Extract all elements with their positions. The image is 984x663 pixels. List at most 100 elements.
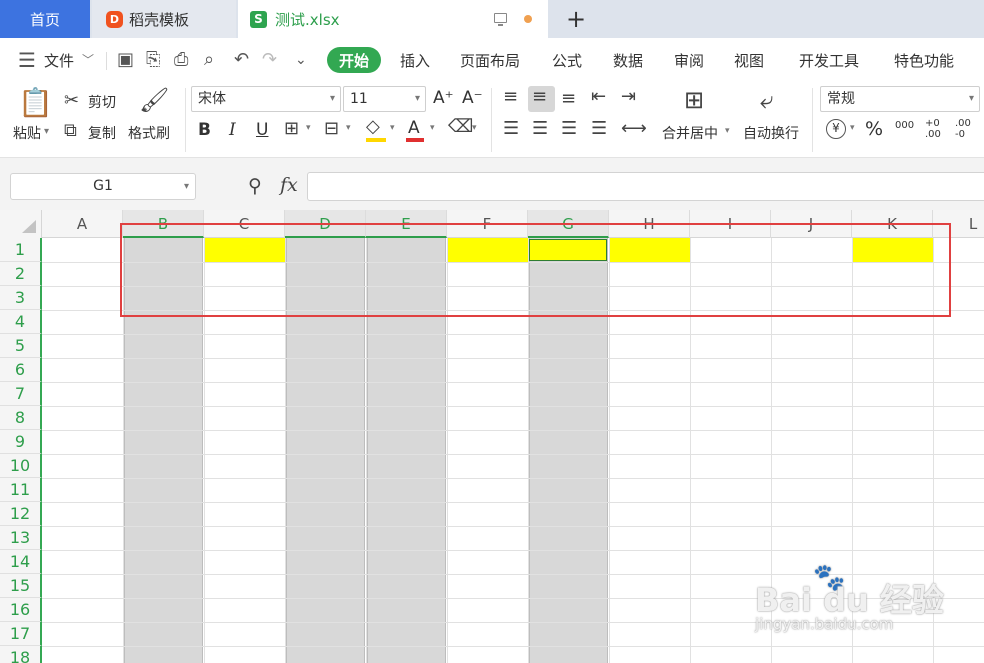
wrap-text-icon[interactable]: ⤶ — [760, 86, 773, 114]
borders-icon[interactable]: ⊞ — [284, 118, 299, 139]
new-tab-button[interactable]: + — [558, 0, 594, 38]
row-header-4[interactable]: 4 — [0, 310, 42, 334]
more-tools-icon[interactable]: ⌄ — [295, 52, 307, 68]
row-header-5[interactable]: 5 — [0, 334, 42, 358]
row-header-10[interactable]: 10 — [0, 454, 42, 478]
percent-button[interactable]: % — [865, 118, 883, 140]
formula-input[interactable] — [307, 172, 984, 201]
menu-data[interactable]: 数据 — [613, 50, 643, 71]
undo-icon[interactable]: ↶ — [234, 49, 249, 70]
align-left-icon[interactable]: ☰ — [503, 118, 519, 139]
chevron-down-icon[interactable]: ▾ — [390, 123, 395, 133]
justify-icon[interactable]: ☰ — [591, 118, 607, 139]
chevron-down-icon[interactable]: ▾ — [725, 126, 730, 136]
paste-dropdown-icon[interactable]: ▾ — [44, 126, 49, 137]
menu-home[interactable]: 开始 — [327, 47, 381, 73]
eraser-icon[interactable]: ⌫ — [448, 116, 473, 137]
chevron-down-icon: ▾ — [183, 181, 189, 192]
column-header-a[interactable]: A — [42, 210, 123, 238]
save-icon[interactable]: ▣ — [117, 49, 134, 70]
print-icon[interactable]: ⎙ — [174, 49, 188, 70]
align-middle-icon[interactable]: ≡ — [532, 86, 547, 107]
chevron-down-icon[interactable]: ﹀ — [82, 51, 94, 68]
row-header-8[interactable]: 8 — [0, 406, 42, 430]
fill-color-icon[interactable]: ◇ — [366, 116, 380, 137]
paste-button[interactable]: 粘贴 — [13, 123, 41, 143]
tab-docer-template[interactable]: D 稻壳模板 — [92, 0, 236, 38]
print-preview-icon[interactable]: ⌕ — [204, 49, 214, 70]
row-header-3[interactable]: 3 — [0, 286, 42, 310]
format-painter-button[interactable]: 格式刷 — [128, 123, 170, 143]
chevron-down-icon[interactable]: ▾ — [430, 123, 435, 133]
row-header-9[interactable]: 9 — [0, 430, 42, 454]
chevron-down-icon[interactable]: ▾ — [346, 123, 351, 133]
thousands-button[interactable]: 000 — [895, 120, 914, 131]
distribute-icon[interactable]: ⟷ — [621, 118, 647, 139]
cell-style-icon[interactable]: ⊟ — [324, 118, 339, 139]
bold-button[interactable]: B — [198, 120, 211, 140]
merge-center-button[interactable]: 合并居中 — [662, 123, 718, 143]
menu-review[interactable]: 审阅 — [674, 50, 704, 71]
redo-icon[interactable]: ↷ — [262, 49, 277, 70]
row-header-15[interactable]: 15 — [0, 574, 42, 598]
cut-button[interactable]: 剪切 — [88, 92, 116, 112]
chevron-down-icon[interactable]: ▾ — [850, 123, 855, 133]
row-header-6[interactable]: 6 — [0, 358, 42, 382]
find-function-icon[interactable]: ⚲ — [248, 175, 262, 197]
row-header-14[interactable]: 14 — [0, 550, 42, 574]
chevron-down-icon[interactable]: ▾ — [472, 123, 477, 133]
increase-decimal-button[interactable]: +0 .00 — [925, 118, 947, 140]
monitor-icon[interactable] — [494, 13, 507, 26]
menu-formulas[interactable]: 公式 — [552, 50, 582, 71]
font-size-select[interactable]: 11 ▾ — [343, 86, 426, 112]
row-header-2[interactable]: 2 — [0, 262, 42, 286]
row-header-18[interactable]: 18 — [0, 646, 42, 663]
menu-page-layout[interactable]: 页面布局 — [460, 50, 520, 71]
menu-developer[interactable]: 开发工具 — [799, 50, 859, 71]
menu-special-features[interactable]: 特色功能 — [894, 50, 954, 71]
italic-button[interactable]: I — [229, 120, 236, 140]
row-header-13[interactable]: 13 — [0, 526, 42, 550]
row-header-17[interactable]: 17 — [0, 622, 42, 646]
row-header-1[interactable]: 1 — [0, 238, 42, 262]
row-header-16[interactable]: 16 — [0, 598, 42, 622]
decrease-indent-icon[interactable]: ⇤ — [591, 86, 606, 107]
name-box[interactable]: G1 ▾ — [10, 173, 196, 200]
align-right-icon[interactable]: ☰ — [561, 118, 577, 139]
increase-indent-icon[interactable]: ⇥ — [621, 86, 636, 107]
menu-file[interactable]: 文件 — [44, 50, 74, 71]
align-center-icon[interactable]: ☰ — [532, 118, 548, 139]
decrease-decimal-button[interactable]: .00 -0 — [955, 118, 977, 140]
chevron-down-icon: ▾ — [968, 93, 974, 104]
copy-button[interactable]: 复制 — [88, 123, 116, 143]
font-color-button[interactable]: A — [408, 118, 420, 138]
paste-icon[interactable]: 📋 — [18, 86, 53, 119]
hamburger-menu-icon[interactable]: ☰ — [18, 48, 36, 72]
copy-icon[interactable]: ⧉ — [64, 120, 77, 141]
font-name-select[interactable]: 宋体 ▾ — [191, 86, 341, 112]
wrap-text-button[interactable]: 自动换行 — [743, 123, 799, 143]
currency-button[interactable]: ¥ — [826, 119, 846, 139]
menu-view[interactable]: 视图 — [734, 50, 764, 71]
underline-button[interactable]: U — [256, 120, 268, 140]
row-header-12[interactable]: 12 — [0, 502, 42, 526]
scissors-icon[interactable]: ✂ — [64, 90, 79, 111]
tab-template-label: 稻壳模板 — [129, 10, 190, 29]
grow-font-button[interactable]: A⁺ — [433, 88, 454, 108]
tab-home[interactable]: 首页 — [0, 0, 90, 38]
align-top-icon[interactable]: ≡ — [503, 86, 518, 107]
menu-insert[interactable]: 插入 — [400, 50, 430, 71]
align-bottom-icon[interactable]: ≡ — [561, 88, 576, 109]
chevron-down-icon[interactable]: ▾ — [306, 123, 311, 133]
shrink-font-button[interactable]: A⁻ — [462, 88, 483, 108]
export-icon[interactable]: ⎘ — [146, 49, 160, 70]
format-painter-icon[interactable]: 🖌 — [139, 86, 169, 114]
select-all-button[interactable] — [0, 210, 42, 238]
row-gridline — [42, 550, 984, 551]
number-format-select[interactable]: 常规 ▾ — [820, 86, 980, 112]
tab-file[interactable]: S 测试.xlsx — [238, 0, 548, 38]
merge-center-icon[interactable]: ⊞ — [684, 86, 704, 114]
row-header-7[interactable]: 7 — [0, 382, 42, 406]
row-header-11[interactable]: 11 — [0, 478, 42, 502]
fx-button[interactable]: fx — [280, 174, 298, 196]
